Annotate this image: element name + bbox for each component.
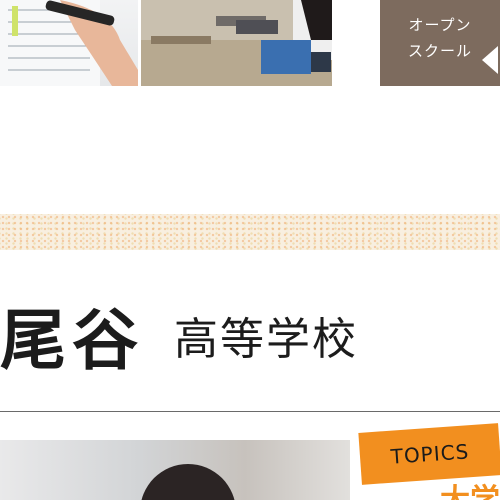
student-writing-photo — [0, 0, 138, 86]
topics-photo — [0, 440, 350, 500]
school-name-main: 尾谷 — [0, 302, 144, 379]
student-photo-detail — [140, 464, 236, 500]
page: オープン スクール 尾谷 高等学校 TOPICS 大学 — [0, 0, 500, 500]
topics-headline[interactable]: 大学 — [440, 475, 500, 500]
school-name: 尾谷 高等学校 — [0, 290, 358, 380]
arrow-left-icon — [482, 46, 498, 74]
open-school-label-line1: オープン — [408, 16, 472, 34]
decorative-dotted-band — [0, 214, 500, 250]
school-name-sub: 高等学校 — [174, 314, 358, 365]
classroom-photo — [141, 0, 332, 86]
open-school-button[interactable]: オープン スクール — [380, 0, 500, 86]
section-divider — [0, 411, 500, 412]
